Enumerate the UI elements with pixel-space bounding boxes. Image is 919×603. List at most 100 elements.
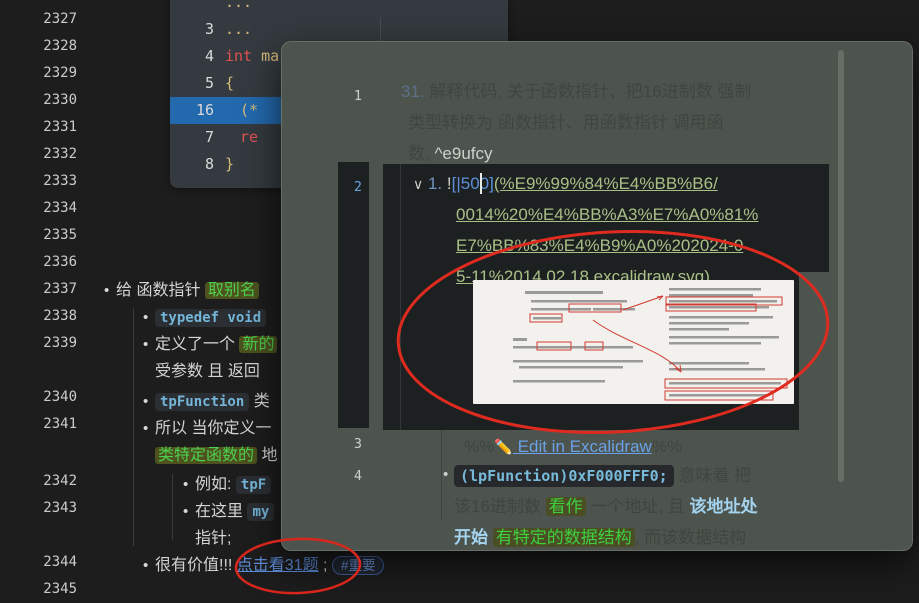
tag[interactable]: #重要: [331, 556, 385, 575]
green-chip: 有特定的数据结构: [492, 528, 635, 547]
line-number: 2333: [43, 173, 77, 189]
code--chip[interactable]: tpF: [235, 476, 272, 494]
blue: [|500]: [451, 174, 494, 193]
dim: %%: [464, 437, 495, 456]
dim: 意味着 把: [673, 466, 752, 485]
dim: 一个地址, 且: [585, 497, 690, 516]
editor-line[interactable]: 指针;: [195, 527, 231, 551]
code-token: int: [225, 47, 253, 65]
code-token: ...: [225, 20, 253, 38]
popup-line[interactable]: 0014%20%E4%BB%A3%E7%A0%81%: [456, 201, 758, 229]
editor-line[interactable]: tpFunction 类: [155, 390, 270, 414]
list-bullet: •: [143, 393, 149, 410]
green--chip: 取别名: [204, 282, 259, 299]
numdim: 31.: [401, 82, 430, 101]
code-text: ...: [225, 16, 252, 43]
code-chip[interactable]: (lpFunction)0xF000FFF0;: [454, 465, 674, 487]
plain: 地: [257, 447, 278, 464]
editor-line[interactable]: 定义了一个 新的: [155, 333, 278, 357]
editor-line[interactable]: 很有价值!!! 点击看31题 ; #重要: [155, 554, 385, 578]
url[interactable]: E7%BB%83%E4%B9%A0%202024-0: [456, 236, 743, 255]
line-number: 2332: [43, 146, 77, 162]
popup-line-number: 3: [353, 436, 362, 452]
plain: 很有价值!!!: [155, 557, 237, 574]
popup-line[interactable]: 数, ^e9ufcy: [408, 140, 493, 168]
plain: 定义了一个: [155, 336, 240, 353]
popup-line[interactable]: %%✏️ Edit in Excalidraw%%: [464, 433, 682, 461]
code-token: ma: [252, 47, 280, 65]
line-number: 2344: [43, 554, 77, 570]
dim: 类型转换为 函数指针、用函数指针 调用函: [408, 113, 724, 132]
link[interactable]: 点击看31题: [237, 557, 319, 574]
code--chip[interactable]: my: [247, 503, 275, 521]
code-token: }: [225, 155, 235, 173]
plain: 例如:: [195, 476, 236, 493]
popup-line[interactable]: E7%BB%83%E4%B9%A0%202024-0: [456, 232, 743, 260]
chev: ∨: [413, 176, 424, 192]
code-line-number: 3: [204, 20, 214, 38]
boldcyan: 开始: [454, 528, 488, 547]
hover-preview-popup[interactable]: 1 2 3 4 31. 解释代码, 关于函数指针、把16进制数 强制类型转换为 函数指…: [281, 41, 913, 551]
editor-line[interactable]: 所以 当你定义一: [155, 417, 271, 441]
code-text: }: [225, 151, 234, 178]
popup-line[interactable]: 类型转换为 函数指针、用函数指针 调用函: [408, 109, 723, 137]
popup-line-number: 2: [353, 179, 362, 195]
code-line[interactable]: ...: [170, 0, 508, 16]
editor-line[interactable]: typedef void: [155, 306, 267, 330]
line-number: 2331: [43, 119, 77, 135]
code-line-number: 5: [204, 74, 214, 92]
editor-line[interactable]: 给 函数指针 取别名: [116, 279, 259, 303]
line-number: 2339: [43, 335, 77, 351]
url[interactable]: 0014%20%E4%BB%A3%E7%A0%81%: [456, 205, 758, 224]
indent-guide: [400, 164, 401, 430]
popup-line[interactable]: ∨ 1. ![|500](%E9%99%84%E4%BB%B6/: [413, 170, 718, 198]
editor-line[interactable]: 受参数 且 返回: [155, 360, 260, 384]
code--chip[interactable]: typedef void: [155, 309, 267, 327]
green--chip: 新的: [239, 336, 278, 353]
line-number: 2338: [43, 308, 77, 324]
line-number: 2334: [43, 200, 77, 216]
editor-line[interactable]: 类特定函数的 地: [155, 444, 277, 468]
list-bullet: •: [143, 309, 149, 326]
popup-scrollbar[interactable]: [838, 50, 844, 482]
code-line-number: 7: [204, 128, 214, 146]
boldcyan: 该地址处: [689, 497, 758, 516]
code-line[interactable]: 3...: [170, 16, 508, 43]
active-line-gutter-bg: [338, 162, 369, 428]
url[interactable]: (%E9%99%84%E4%BB%B6/: [494, 174, 718, 193]
code-line-number: 4: [204, 47, 214, 65]
editor-line[interactable]: 例如: tpF: [195, 473, 272, 497]
popup-line[interactable]: 该16进制数 看作 一个地址, 且 该地址处: [454, 493, 758, 521]
code-text: int ma: [225, 43, 279, 70]
code--chip[interactable]: tpFunction: [155, 393, 250, 411]
indent-guide: [441, 430, 442, 520]
app-window: 2327 2328 2329 2330 2331 2332 2333 2334 2335 2336…: [0, 0, 919, 603]
popup-line[interactable]: (lpFunction)0xF000FFF0; 意味着 把: [454, 462, 751, 490]
excalidraw-embed-image[interactable]: [473, 280, 794, 404]
code-text: re: [240, 124, 258, 151]
popup-line[interactable]: 开始 有特定的数据结构, 而该数据结构: [454, 524, 746, 550]
editor-line[interactable]: 在这里 my: [195, 500, 275, 524]
popup-line-number: 1: [353, 88, 362, 104]
dim: %%: [651, 437, 683, 456]
cursor-caret: [480, 173, 482, 194]
dim: 该16进制数: [454, 497, 546, 516]
popup-line[interactable]: 31. 解释代码, 关于函数指针、把16进制数 强制: [401, 78, 751, 106]
code-line-number: 16: [195, 101, 214, 119]
plain: 指针;: [195, 530, 232, 547]
plain: 类: [249, 393, 270, 410]
popup-line-number: 4: [353, 468, 362, 484]
list-bullet: •: [443, 466, 449, 483]
list-bullet: •: [143, 420, 149, 437]
dim: 数,: [408, 144, 435, 163]
dim: 解释代码, 关于函数指针、把16进制数 强制: [429, 82, 752, 101]
line-number: 2340: [43, 389, 77, 405]
code-text: (*: [240, 97, 258, 124]
plain: 给 函数指针: [116, 282, 205, 299]
excalidraw-sketch: [513, 288, 788, 401]
list-bullet: •: [143, 336, 149, 353]
line-number: 2330: [43, 92, 77, 108]
bluelink[interactable]: Edit in Excalidraw: [513, 437, 652, 456]
plain: 所以 当你定义一: [155, 420, 272, 437]
plain: 受参数 且 返回: [155, 363, 260, 380]
